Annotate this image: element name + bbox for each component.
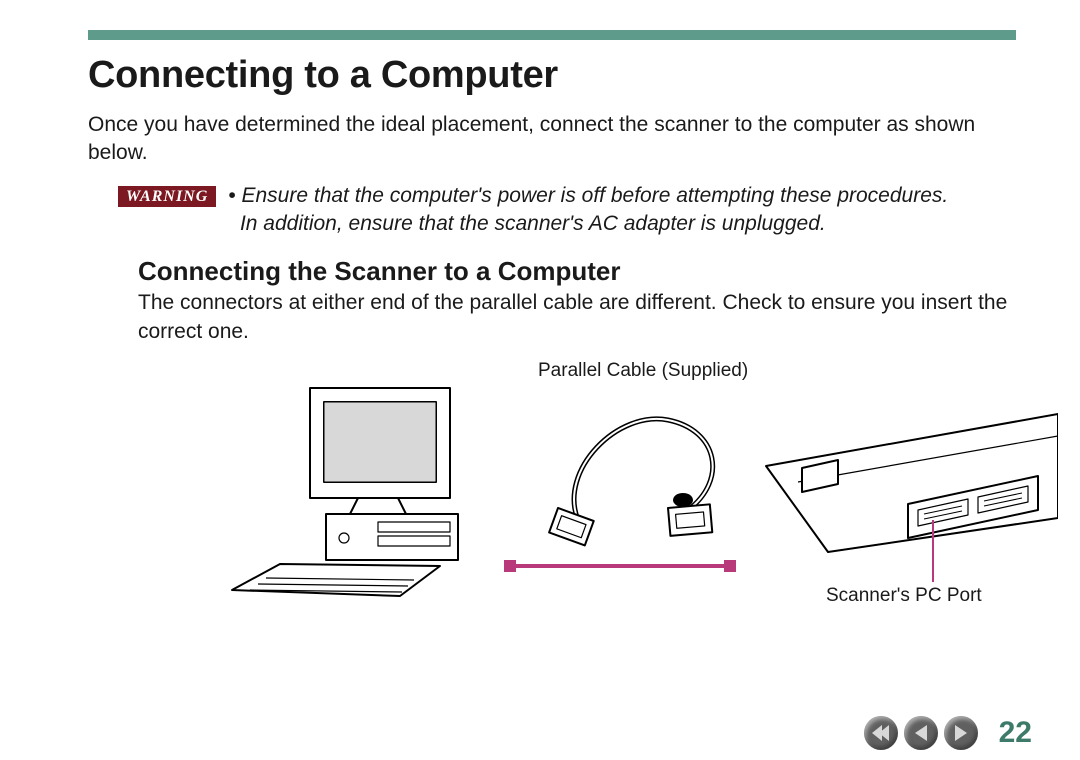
cable-illustration [528, 390, 738, 550]
warning-bullet: • [228, 184, 235, 207]
chevron-right-icon [955, 725, 967, 741]
scanner-illustration [758, 408, 1058, 568]
section-subheading: Connecting the Scanner to a Computer [138, 256, 1016, 287]
intro-paragraph: Once you have determined the ideal place… [88, 111, 1016, 168]
page-number: 22 [988, 716, 1032, 750]
connector-line [510, 564, 730, 568]
manual-page: Connecting to a Computer Once you have d… [0, 0, 1080, 760]
cable-label: Parallel Cable (Supplied) [538, 360, 748, 382]
double-chevron-left-icon [872, 725, 890, 741]
warning-label: WARNING [118, 186, 216, 207]
connector-endpoint-right [724, 560, 736, 572]
page-footer-nav: 22 [864, 716, 1032, 750]
chevron-left-icon [915, 725, 927, 741]
port-pointer-line [932, 520, 934, 582]
warning-line-2: In addition, ensure that the scanner's A… [240, 212, 826, 235]
page-title: Connecting to a Computer [88, 54, 1016, 97]
warning-text: • Ensure that the computer's power is of… [228, 182, 948, 239]
section-body: The connectors at either end of the para… [138, 289, 1016, 346]
warning-line-1: Ensure that the computer's power is off … [241, 184, 948, 207]
header-rule [88, 30, 1016, 40]
nav-next-button[interactable] [944, 716, 978, 750]
port-label: Scanner's PC Port [826, 585, 982, 607]
computer-illustration [228, 380, 478, 610]
nav-prev-button[interactable] [904, 716, 938, 750]
nav-first-button[interactable] [864, 716, 898, 750]
warning-block: WARNING • Ensure that the computer's pow… [118, 182, 1016, 239]
connection-figure: Parallel Cable (Supplied) Scanner's PC P… [168, 360, 1016, 630]
